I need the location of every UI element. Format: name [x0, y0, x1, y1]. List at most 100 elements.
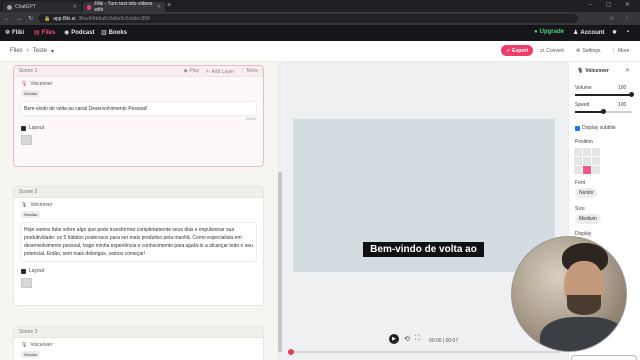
upgrade-link[interactable]: ● Upgrade: [534, 29, 564, 35]
voice-chip[interactable]: Nicolau: [21, 90, 41, 97]
panel-title: 🎙 Voiceover: [577, 68, 609, 74]
timeline-track[interactable]: [288, 351, 560, 353]
timeline-playhead[interactable]: [288, 349, 294, 355]
scene-list: Scene 1 ▶ Play ＋ Add Layer ⋮ More 🎙 Voic…: [0, 62, 278, 360]
settings-label: Settings: [582, 48, 601, 54]
font-select[interactable]: Nunito: [575, 188, 598, 198]
layout-row[interactable]: Layout: [21, 268, 263, 274]
breadcrumb-current[interactable]: Teste: [33, 48, 47, 55]
language-flag-icon[interactable]: ▪: [627, 29, 629, 35]
speed-slider[interactable]: [575, 109, 632, 114]
position-label: Position: [575, 139, 593, 145]
voice-chip[interactable]: Nicolau: [21, 351, 41, 358]
size-select[interactable]: Medium: [575, 214, 601, 224]
voiceover-row[interactable]: 🎙 Voiceover: [21, 342, 263, 348]
layout-thumbnail[interactable]: [21, 278, 32, 288]
url-path: /files/64b6a6c5a5e5c5cbdcc958: [78, 15, 150, 22]
forward-icon[interactable]: →: [16, 16, 22, 22]
new-tab-icon[interactable]: +: [167, 2, 171, 9]
user-icon: ♟: [573, 30, 579, 36]
settings-button[interactable]: ⚙ Settings: [576, 48, 601, 54]
fliki-logo[interactable]: ❁ Fliki: [5, 29, 25, 37]
nav-podcast[interactable]: ◉ Podcast: [64, 29, 95, 37]
browser-tab-chatgpt[interactable]: ChatGPT ✕: [3, 2, 81, 12]
volume-slider[interactable]: [575, 92, 634, 97]
url-field[interactable]: 🔒 app.fliki.ai/files/64b6a6c5a5e5c5cbdcc…: [38, 14, 578, 23]
display-subtitle-toggle[interactable]: Display subtitle: [575, 125, 616, 131]
volume-slider-knob[interactable]: [629, 92, 634, 97]
speed-slider-knob[interactable]: [600, 109, 606, 114]
character-counter: 0/800: [245, 116, 256, 121]
browser-tab-fliki[interactable]: Fliki - Turn text into videos with ✕: [83, 1, 165, 13]
layout-checkbox[interactable]: [21, 125, 26, 131]
close-tab-icon[interactable]: ✕: [157, 4, 161, 10]
chevron-down-icon[interactable]: ▾: [51, 48, 54, 55]
voice-chip[interactable]: Nicolau: [21, 211, 41, 218]
theme-toggle-icon[interactable]: ✹: [612, 29, 617, 36]
convert-icon: ⇄: [540, 48, 545, 54]
layout-label: Layout: [29, 268, 45, 274]
player-controls: ▶ ⟲ ⛶: [389, 334, 420, 344]
back-icon[interactable]: ←: [4, 16, 10, 22]
scene-add-layer-button[interactable]: ＋ Add Layer: [205, 68, 234, 75]
fullscreen-icon[interactable]: ⛶: [415, 335, 420, 343]
add-layer-label: Add Layer: [211, 68, 235, 75]
position-cell[interactable]: [574, 166, 582, 174]
position-cell[interactable]: [574, 157, 582, 165]
scene-more-button[interactable]: ⋮ More: [240, 68, 258, 75]
nav-books[interactable]: ▥ Books: [101, 29, 127, 37]
microphone-icon: 🎙: [21, 81, 28, 87]
scene-card-3[interactable]: Scene 3 🎙 Voiceover Nicolau: [13, 326, 264, 360]
browser-tab-bar: ChatGPT ✕ Fliki - Turn text into videos …: [0, 0, 640, 13]
export-label: Export: [512, 47, 529, 54]
position-cell[interactable]: [592, 166, 600, 174]
scene-header: Scene 2: [14, 187, 263, 198]
export-button[interactable]: ➚ Export: [501, 45, 533, 56]
position-cell[interactable]: [583, 148, 591, 156]
logo-icon: ❁: [5, 30, 11, 36]
browser-extension-icons[interactable]: ☆ ⋮: [609, 15, 634, 22]
size-label: Size: [575, 206, 585, 212]
presenter-beard: [567, 295, 601, 315]
speed-label: Speed: [575, 102, 590, 108]
nav-files[interactable]: ▤ Files: [34, 29, 55, 37]
scene-card-1[interactable]: Scene 1 ▶ Play ＋ Add Layer ⋮ More 🎙 Voic…: [13, 65, 264, 167]
layout-thumbnail[interactable]: [21, 135, 32, 145]
more-label: More: [246, 67, 258, 74]
volume-label: Volume: [575, 85, 592, 91]
position-cell[interactable]: [583, 157, 591, 165]
more-button[interactable]: ⋮ More: [611, 48, 629, 54]
tab-title: ChatGPT: [15, 4, 36, 10]
close-tab-icon[interactable]: ✕: [73, 4, 77, 10]
layout-checkbox[interactable]: [21, 268, 26, 274]
scene-text-input[interactable]: Bem-vindo de volta ao canal Desenvolvime…: [20, 101, 257, 116]
window-controls[interactable]: – ▢ ✕: [589, 1, 636, 8]
upgrade-icon: ●: [534, 29, 538, 35]
convert-button[interactable]: ⇄ Convert: [540, 48, 564, 54]
reload-icon[interactable]: ↻: [28, 15, 33, 22]
scene-header: Scene 1 ▶ Play ＋ Add Layer ⋮ More: [14, 66, 263, 77]
breadcrumb-files[interactable]: Files: [10, 48, 23, 55]
scene-text-input[interactable]: Hoje vamos falar sobre algo que pode tra…: [20, 222, 257, 262]
voiceover-row[interactable]: 🎙 Voiceover: [21, 202, 263, 208]
scene-card-2[interactable]: Scene 2 🎙 Voiceover Nicolau Hoje vamos f…: [13, 186, 264, 306]
rocket-icon: ➚: [505, 47, 511, 54]
chat-widget-tab[interactable]: [571, 355, 637, 360]
position-cell[interactable]: [592, 157, 600, 165]
scene-title: Scene 1: [19, 68, 38, 74]
close-icon[interactable]: ✕: [625, 67, 630, 74]
more-label: More: [618, 48, 630, 54]
voiceover-label: Voiceover: [30, 202, 53, 208]
voiceover-row[interactable]: 🎙 Voiceover: [21, 81, 263, 87]
position-cell[interactable]: [574, 148, 582, 156]
loop-icon[interactable]: ⟲: [404, 335, 410, 343]
logo-text: Fliki: [12, 29, 25, 36]
display-subtitle-checkbox[interactable]: [575, 125, 580, 131]
account-link[interactable]: ♟ Account: [573, 29, 604, 37]
position-cell[interactable]: [583, 166, 591, 174]
scene-play-button[interactable]: ▶ Play: [184, 68, 199, 75]
play-icon[interactable]: ▶: [389, 334, 399, 344]
layout-row[interactable]: Layout: [21, 125, 263, 131]
position-cell[interactable]: [592, 148, 600, 156]
gear-icon: ⚙: [576, 48, 581, 54]
